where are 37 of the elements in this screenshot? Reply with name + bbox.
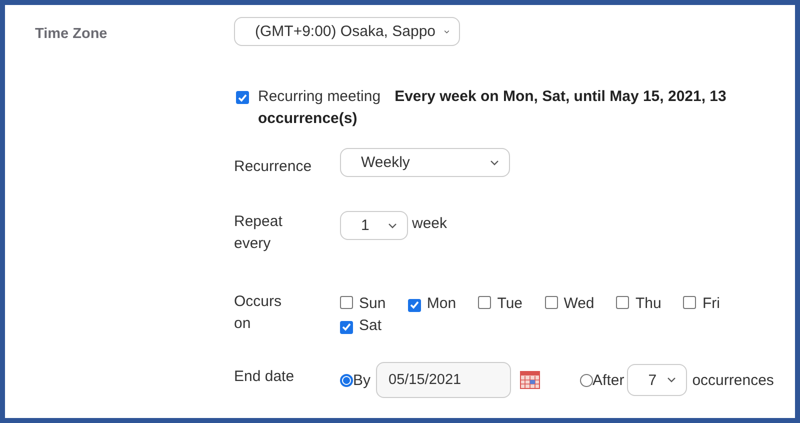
field-label: Time Zone: [34, 25, 108, 44]
day-checkbox[interactable]: [408, 298, 421, 312]
repeat-dropdown[interactable]: 1: [340, 211, 408, 240]
day-checkbox[interactable]: [340, 320, 353, 334]
field-label: Recurrence: [234, 157, 312, 177]
day-checkbox[interactable]: [340, 296, 353, 309]
recurring-description: Recurring meeting Every week on Mon, Sat, until May 15, 2021, 13 occurrence(s): [258, 87, 728, 129]
occurrences-dropdown[interactable]: 7: [627, 364, 688, 396]
caret-icon: [388, 222, 397, 228]
recurring-checkbox[interactable]: [236, 91, 249, 104]
caret-icon: [667, 377, 676, 383]
option-label: After: [592, 372, 624, 388]
caret-icon: [444, 28, 449, 34]
field-label: Repeat every: [234, 212, 284, 254]
day-label: Tue: [497, 295, 523, 312]
recurrence-dropdown[interactable]: Weekly: [340, 148, 510, 177]
date-field[interactable]: 05/15/2021: [376, 362, 511, 398]
radio-button[interactable]: [340, 374, 353, 386]
caret-icon: [490, 160, 499, 166]
unit-label: week: [412, 214, 448, 234]
day-label: Fri: [702, 295, 720, 312]
day-label: Sat: [359, 317, 382, 334]
calendar-icon: [520, 371, 540, 389]
day-checkbox[interactable]: [544, 296, 558, 309]
day-label: Mon: [426, 295, 456, 312]
unit-label: occurrences: [692, 372, 774, 388]
field-label: Occurs on: [234, 292, 283, 334]
timezone-dropdown[interactable]: (GMT+9:00) Osaka, Sappo: [234, 17, 460, 46]
day-checkbox[interactable]: [478, 296, 492, 309]
day-checkbox[interactable]: [683, 296, 696, 309]
field-label: End date: [234, 367, 296, 387]
day-label: Thu: [635, 295, 662, 312]
day-label: Wed: [564, 295, 594, 312]
radio-button[interactable]: [580, 374, 593, 386]
day-checkbox[interactable]: [616, 296, 630, 309]
option-label: By: [353, 372, 371, 388]
day-label: Sun: [359, 295, 386, 312]
